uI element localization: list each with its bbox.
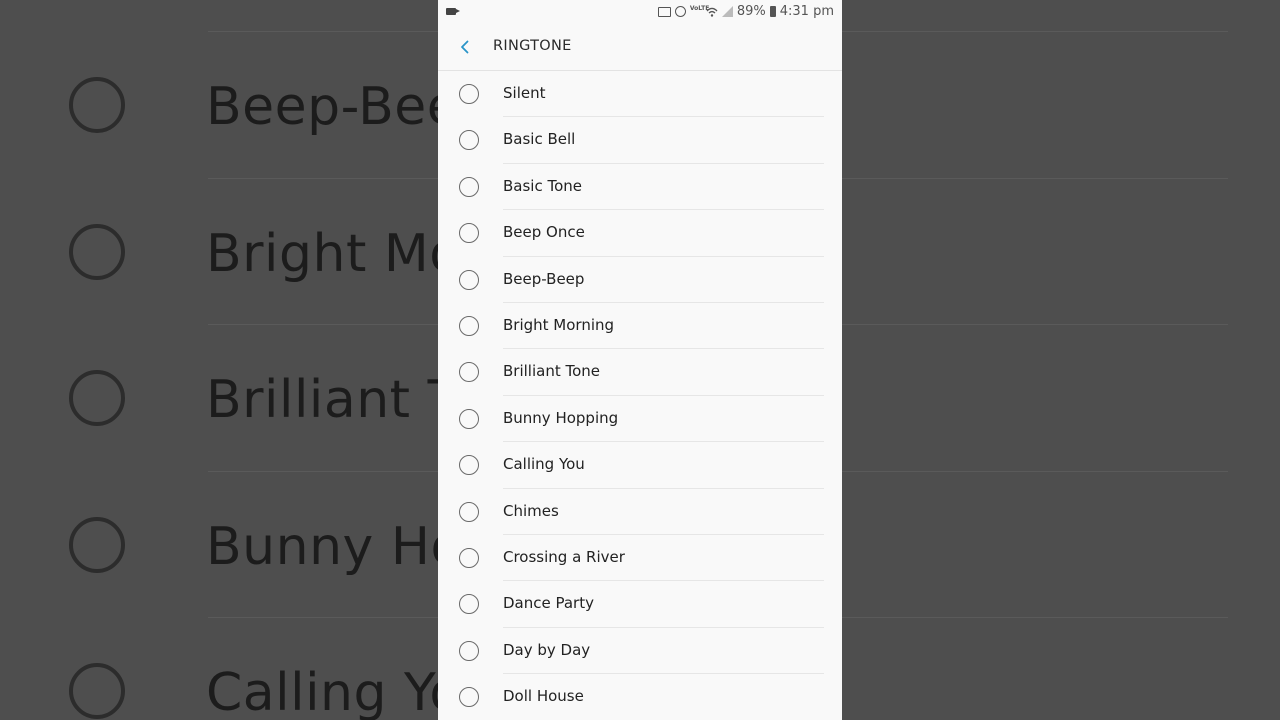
ringtone-label: Basic Tone bbox=[503, 176, 583, 195]
radio-button[interactable] bbox=[459, 594, 479, 615]
volte-icon: VoLTE bbox=[689, 4, 710, 12]
radio-button[interactable] bbox=[459, 269, 479, 290]
bg-radio-icon bbox=[69, 370, 125, 426]
radio-button[interactable] bbox=[459, 455, 479, 476]
list-item[interactable]: Basic Tone bbox=[438, 164, 842, 211]
list-item[interactable]: Bright Morning bbox=[438, 303, 842, 350]
signal-icon bbox=[721, 6, 733, 17]
alarm-icon bbox=[674, 6, 686, 17]
radio-button[interactable] bbox=[459, 687, 479, 708]
bg-label: Brilliant T bbox=[206, 370, 460, 430]
clock-time: 4:31 pm bbox=[779, 4, 834, 19]
list-item[interactable]: Day by Day bbox=[438, 628, 842, 675]
list-item[interactable]: Doll House bbox=[438, 674, 842, 720]
wifi-icon bbox=[706, 7, 718, 17]
bg-label: Bright Mo bbox=[206, 224, 462, 284]
radio-button[interactable] bbox=[459, 640, 479, 661]
list-item[interactable]: Dance Party bbox=[438, 581, 842, 628]
radio-button[interactable] bbox=[459, 130, 479, 151]
ringtone-label: Doll House bbox=[503, 687, 584, 706]
ringtone-label: Chimes bbox=[503, 501, 559, 520]
list-item[interactable]: Basic Bell bbox=[438, 117, 842, 164]
app-header: RINGTONE bbox=[438, 24, 842, 71]
ringtone-label: Bright Morning bbox=[503, 315, 615, 334]
ringtone-label: Beep Once bbox=[503, 223, 585, 242]
radio-button[interactable] bbox=[459, 315, 479, 336]
list-item[interactable]: Brilliant Tone bbox=[438, 349, 842, 396]
radio-button[interactable] bbox=[459, 501, 479, 522]
radio-button[interactable] bbox=[459, 362, 479, 383]
phone-screen: VoLTE 89% 4:31 pm RINGTONE Silent Basic … bbox=[438, 0, 842, 720]
ringtone-label: Crossing a River bbox=[503, 547, 625, 566]
ringtone-label: Basic Bell bbox=[503, 130, 576, 149]
list-item[interactable]: Crossing a River bbox=[438, 535, 842, 582]
list-item[interactable]: Beep Once bbox=[438, 210, 842, 257]
cast-icon bbox=[657, 6, 671, 17]
radio-button[interactable] bbox=[459, 408, 479, 429]
page-title: RINGTONE bbox=[493, 38, 572, 54]
radio-button[interactable] bbox=[459, 176, 479, 197]
bg-radio-icon bbox=[69, 663, 125, 719]
status-bar: VoLTE 89% 4:31 pm bbox=[438, 0, 842, 24]
radio-button[interactable] bbox=[459, 223, 479, 244]
bg-radio-icon bbox=[69, 77, 125, 133]
ringtone-label: Day by Day bbox=[503, 640, 591, 659]
battery-icon bbox=[769, 6, 776, 17]
radio-button[interactable] bbox=[459, 547, 479, 568]
ringtone-label: Silent bbox=[503, 84, 546, 102]
ringtone-label: Calling You bbox=[503, 455, 585, 474]
list-item[interactable]: Chimes bbox=[438, 489, 842, 535]
radio-button[interactable] bbox=[459, 84, 479, 104]
bg-radio-icon bbox=[69, 517, 125, 573]
list-item[interactable]: Beep-Beep bbox=[438, 257, 842, 303]
status-right: VoLTE 89% 4:31 pm bbox=[657, 4, 834, 19]
ringtone-list: Silent Basic Bell Basic Tone Beep Once B… bbox=[438, 71, 842, 720]
chevron-left-icon[interactable] bbox=[458, 40, 472, 54]
ringtone-label: Bunny Hopping bbox=[503, 408, 619, 427]
ringtone-label: Dance Party bbox=[503, 594, 594, 613]
battery-percent: 89% bbox=[736, 4, 766, 19]
list-item[interactable]: Silent bbox=[438, 71, 842, 118]
bg-label: Calling Yo bbox=[206, 663, 462, 720]
list-item[interactable]: Calling You bbox=[438, 442, 842, 489]
bg-radio-icon bbox=[69, 224, 125, 280]
video-icon bbox=[446, 8, 460, 15]
ringtone-label: Beep-Beep bbox=[503, 269, 585, 288]
list-item[interactable]: Bunny Hopping bbox=[438, 396, 842, 443]
ringtone-label: Brilliant Tone bbox=[503, 362, 601, 381]
